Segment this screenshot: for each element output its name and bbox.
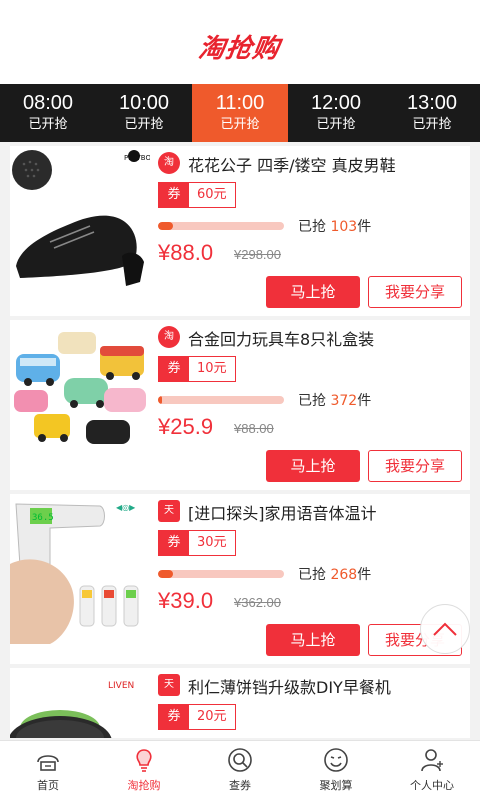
sold-number: 372	[330, 393, 358, 409]
taobao-icon: 淘	[158, 326, 180, 348]
sold-count: 已抢 372件	[298, 390, 371, 410]
tab-label: 聚划算	[319, 779, 353, 792]
product-card[interactable]: LIVEN 天 利仁薄饼铛升级款DIY早餐机 券 20元	[8, 668, 470, 738]
time-slot-status: 已开抢	[220, 117, 260, 132]
time-slot-status: 已开抢	[124, 117, 164, 132]
grab-now-button[interactable]: 马上抢	[266, 276, 360, 308]
coupon-label: 券	[159, 531, 189, 555]
coupon-value: 20元	[189, 705, 235, 729]
product-card[interactable]: PLAYBOY 淘 花花公子 四季/镂空 真皮男鞋 券 60元 已抢 103件 …	[10, 146, 470, 316]
time-slot-time: 13:00	[406, 92, 458, 114]
coupon-badge: 券 60元	[158, 182, 236, 208]
lightbulb-icon	[136, 749, 152, 772]
product-title[interactable]: [进口探头]家用语音体温计	[188, 500, 377, 524]
sold-count: 已抢 103件	[298, 216, 371, 236]
product-image[interactable]: 36.5 ◀◎▶	[10, 494, 150, 644]
product-card[interactable]: 36.5 ◀◎▶ 天 [进口探头]家用语音体温计 券 30元 已抢 268件 ¥…	[10, 494, 470, 664]
product-card[interactable]: 淘 合金回力玩具车8只礼盒装 券 10元 已抢 372件 ¥25.9 ¥88.0…	[10, 320, 470, 490]
original-price: ¥298.00	[234, 247, 281, 262]
app-header: 淘抢购	[0, 0, 480, 84]
sold-progress-fill	[158, 396, 162, 404]
svg-text:◀◎▶: ◀◎▶	[116, 503, 136, 512]
sold-label: 已抢	[298, 567, 326, 583]
time-slot-0800[interactable]: 08:00 已开抢	[0, 84, 96, 142]
tab-label: 查券	[229, 779, 251, 792]
user-icon	[421, 749, 443, 772]
sold-progress-bar	[158, 396, 284, 404]
time-slot-status: 已开抢	[412, 117, 452, 132]
coupon-label: 券	[159, 705, 189, 729]
time-slot-bar: 08:00 已开抢 10:00 已开抢 11:00 已开抢 12:00 已开抢 …	[0, 84, 480, 142]
original-price: ¥88.00	[234, 421, 274, 436]
sold-number: 268	[330, 567, 358, 583]
chevron-up-icon	[433, 622, 457, 636]
home-icon	[37, 755, 59, 771]
time-slot-status: 已开抢	[28, 117, 68, 132]
tab-label: 淘抢购	[127, 779, 161, 792]
tab-group-buy[interactable]: 聚划算	[288, 741, 384, 800]
grab-now-button[interactable]: 马上抢	[266, 450, 360, 482]
bottom-tab-bar: 首页 淘抢购 查券 聚划算 个人中心	[0, 740, 480, 800]
time-slot-1100[interactable]: 11:00 已开抢	[192, 84, 288, 142]
time-slot-time: 10:00	[118, 92, 170, 114]
time-slot-1000[interactable]: 10:00 已开抢	[96, 84, 192, 142]
product-price: ¥25.9	[158, 414, 214, 439]
tab-flash-sale[interactable]: 淘抢购	[96, 741, 192, 800]
time-slot-time: 11:00	[215, 92, 265, 114]
sold-label: 已抢	[298, 219, 326, 235]
coupon-search-icon	[228, 748, 252, 772]
product-price: ¥88.0	[158, 240, 214, 265]
tab-profile[interactable]: 个人中心	[384, 741, 480, 800]
sold-progress-fill	[158, 570, 174, 578]
product-price: ¥39.0	[158, 588, 214, 613]
product-image[interactable]: PLAYBOY	[10, 146, 156, 296]
smiley-icon	[324, 748, 348, 772]
app-logo: 淘抢购	[197, 33, 283, 64]
time-slot-time: 08:00	[22, 92, 74, 114]
time-slot-1200[interactable]: 12:00 已开抢	[288, 84, 384, 142]
grab-now-button[interactable]: 马上抢	[266, 624, 360, 656]
tab-label: 首页	[37, 779, 59, 792]
tmall-icon: 天	[158, 500, 180, 522]
sold-unit: 件	[357, 567, 372, 583]
coupon-label: 券	[159, 357, 189, 381]
product-title[interactable]: 花花公子 四季/镂空 真皮男鞋	[188, 152, 396, 176]
share-button[interactable]: 我要分享	[368, 276, 462, 308]
sold-unit: 件	[357, 393, 372, 409]
svg-text:36.5: 36.5	[32, 513, 54, 523]
tab-label: 个人中心	[410, 779, 454, 792]
product-image[interactable]	[10, 320, 150, 470]
taobao-icon: 淘	[158, 152, 180, 174]
sold-number: 103	[330, 219, 358, 235]
coupon-label: 券	[159, 183, 189, 207]
tab-home[interactable]: 首页	[0, 741, 96, 800]
tab-coupon-search[interactable]: 查券	[192, 741, 288, 800]
sold-progress-bar	[158, 570, 284, 578]
sold-progress-fill	[158, 222, 174, 230]
svg-text:LIVEN: LIVEN	[108, 681, 134, 691]
sold-progress-bar	[158, 222, 284, 230]
product-title[interactable]: 合金回力玩具车8只礼盒装	[188, 326, 374, 350]
time-slot-1300[interactable]: 13:00 已开抢	[384, 84, 480, 142]
sold-unit: 件	[357, 219, 372, 235]
time-slot-time: 12:00	[310, 92, 362, 114]
sold-count: 已抢 268件	[298, 564, 371, 584]
share-button[interactable]: 我要分享	[368, 450, 462, 482]
product-list[interactable]: PLAYBOY 淘 花花公子 四季/镂空 真皮男鞋 券 60元 已抢 103件 …	[0, 146, 480, 738]
product-title[interactable]: 利仁薄饼铛升级款DIY早餐机	[188, 674, 391, 698]
coupon-value: 30元	[189, 531, 235, 555]
back-to-top-button[interactable]	[420, 604, 470, 654]
product-image[interactable]: LIVEN	[8, 668, 150, 738]
coupon-badge: 券 20元	[158, 704, 236, 730]
time-slot-status: 已开抢	[316, 117, 356, 132]
sold-label: 已抢	[298, 393, 326, 409]
coupon-badge: 券 30元	[158, 530, 236, 556]
coupon-value: 60元	[189, 183, 235, 207]
coupon-badge: 券 10元	[158, 356, 236, 382]
tmall-icon: 天	[158, 674, 180, 696]
coupon-value: 10元	[189, 357, 235, 381]
original-price: ¥362.00	[234, 595, 281, 610]
